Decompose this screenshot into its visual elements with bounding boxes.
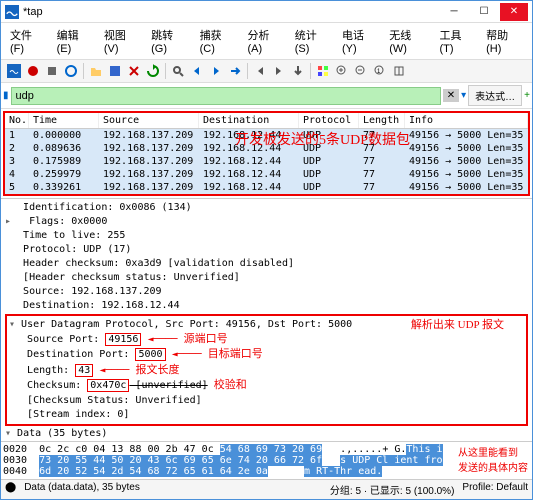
bookmark-icon[interactable]: ▮ <box>3 90 9 101</box>
zoom-out-icon[interactable] <box>352 62 370 80</box>
autoscroll-icon[interactable] <box>289 62 307 80</box>
toolbar: 1 <box>1 60 532 83</box>
last-icon[interactable] <box>270 62 288 80</box>
stop-capture-icon[interactable] <box>24 62 42 80</box>
clear-filter-icon[interactable]: ✕ <box>443 89 459 102</box>
apply-filter-icon[interactable]: ▾ <box>461 90 466 101</box>
annotation-udp: 解析出来 UDP 报文 <box>411 318 504 333</box>
window-title: *tap <box>23 6 440 18</box>
goto-icon[interactable] <box>226 62 244 80</box>
menu-telephony[interactable]: 电话(Y) <box>337 25 383 57</box>
zoom-in-icon[interactable] <box>333 62 351 80</box>
zoom-reset-icon[interactable]: 1 <box>371 62 389 80</box>
menu-tools[interactable]: 工具(T) <box>434 25 480 57</box>
annotation-hex: 从这里能看到 发送的具体内容 <box>458 444 528 474</box>
packet-row[interactable]: 30.175989192.168.137.209192.168.12.44UDP… <box>5 155 528 168</box>
resize-cols-icon[interactable] <box>390 62 408 80</box>
packet-row[interactable]: 40.259979192.168.137.209192.168.12.44UDP… <box>5 168 528 181</box>
maximize-button[interactable]: ☐ <box>470 3 498 21</box>
menu-statistics[interactable]: 统计(S) <box>290 25 336 57</box>
status-ready-icon: ⬤ <box>5 482 16 497</box>
first-icon[interactable] <box>251 62 269 80</box>
menu-go[interactable]: 跳转(G) <box>146 25 193 57</box>
annotation-dst-port: 目标端口号 <box>208 348 263 360</box>
menu-analyze[interactable]: 分析(A) <box>242 25 288 57</box>
statusbar: ⬤ Data (data.data), 35 bytes 分组: 5 · 已显示… <box>1 479 532 499</box>
colorize-icon[interactable] <box>314 62 332 80</box>
close-file-icon[interactable] <box>125 62 143 80</box>
close-button[interactable]: ✕ <box>500 3 528 21</box>
hex-row[interactable]: 0040 6d 20 52 54 2d 54 68 72 65 61 64 2e… <box>3 466 530 477</box>
menu-edit[interactable]: 编辑(E) <box>52 25 98 57</box>
display-filter-input[interactable] <box>11 87 441 105</box>
restart-capture-icon[interactable] <box>43 62 61 80</box>
expression-button[interactable]: 表达式… <box>468 85 522 106</box>
options-icon[interactable] <box>62 62 80 80</box>
find-icon[interactable] <box>169 62 187 80</box>
hex-row[interactable]: 0020 0c 2c c0 04 13 88 00 2b 47 0c 54 68… <box>3 444 530 455</box>
titlebar: *tap ─ ☐ ✕ <box>1 1 532 23</box>
packet-row[interactable]: 10.000000192.168.137.209192.168.12.44UDP… <box>5 129 528 142</box>
start-capture-icon[interactable] <box>5 62 23 80</box>
menubar: 文件(F) 编辑(E) 视图(V) 跳转(G) 捕获(C) 分析(A) 统计(S… <box>1 23 532 60</box>
save-icon[interactable] <box>106 62 124 80</box>
menu-wireless[interactable]: 无线(W) <box>384 25 433 57</box>
minimize-button[interactable]: ─ <box>440 3 468 21</box>
menu-view[interactable]: 视图(V) <box>99 25 145 57</box>
open-icon[interactable] <box>87 62 105 80</box>
menu-capture[interactable]: 捕获(C) <box>195 25 242 57</box>
prev-icon[interactable] <box>188 62 206 80</box>
filter-bar: ▮ ✕ ▾ 表达式… + <box>1 83 532 109</box>
reload-icon[interactable] <box>144 62 162 80</box>
packet-list[interactable]: No.TimeSourceDestinationProtocolLengthIn… <box>3 111 530 196</box>
menu-file[interactable]: 文件(F) <box>5 25 51 57</box>
packet-row[interactable]: 20.089636192.168.137.209192.168.12.44UDP… <box>5 142 528 155</box>
wireshark-logo-icon <box>5 5 19 19</box>
packet-header-row: No.TimeSourceDestinationProtocolLengthIn… <box>5 113 528 129</box>
annotation-cksum: 校验和 <box>214 379 247 391</box>
annotation-length: 报文长度 <box>135 364 179 376</box>
packet-details[interactable]: Identification: 0x0086 (134) Flags: 0x00… <box>1 198 532 441</box>
annotation-src-port: 源端口号 <box>184 333 228 345</box>
menu-help[interactable]: 帮助(H) <box>481 25 528 57</box>
packet-row[interactable]: 50.339261192.168.137.209192.168.12.44UDP… <box>5 181 528 194</box>
hex-row[interactable]: 0030 73 20 55 44 50 20 43 6c 69 65 6e 74… <box>3 455 530 466</box>
hex-view[interactable]: 0020 0c 2c c0 04 13 88 00 2b 47 0c 54 68… <box>1 441 532 479</box>
next-icon[interactable] <box>207 62 225 80</box>
add-filter-icon[interactable]: + <box>524 90 530 101</box>
